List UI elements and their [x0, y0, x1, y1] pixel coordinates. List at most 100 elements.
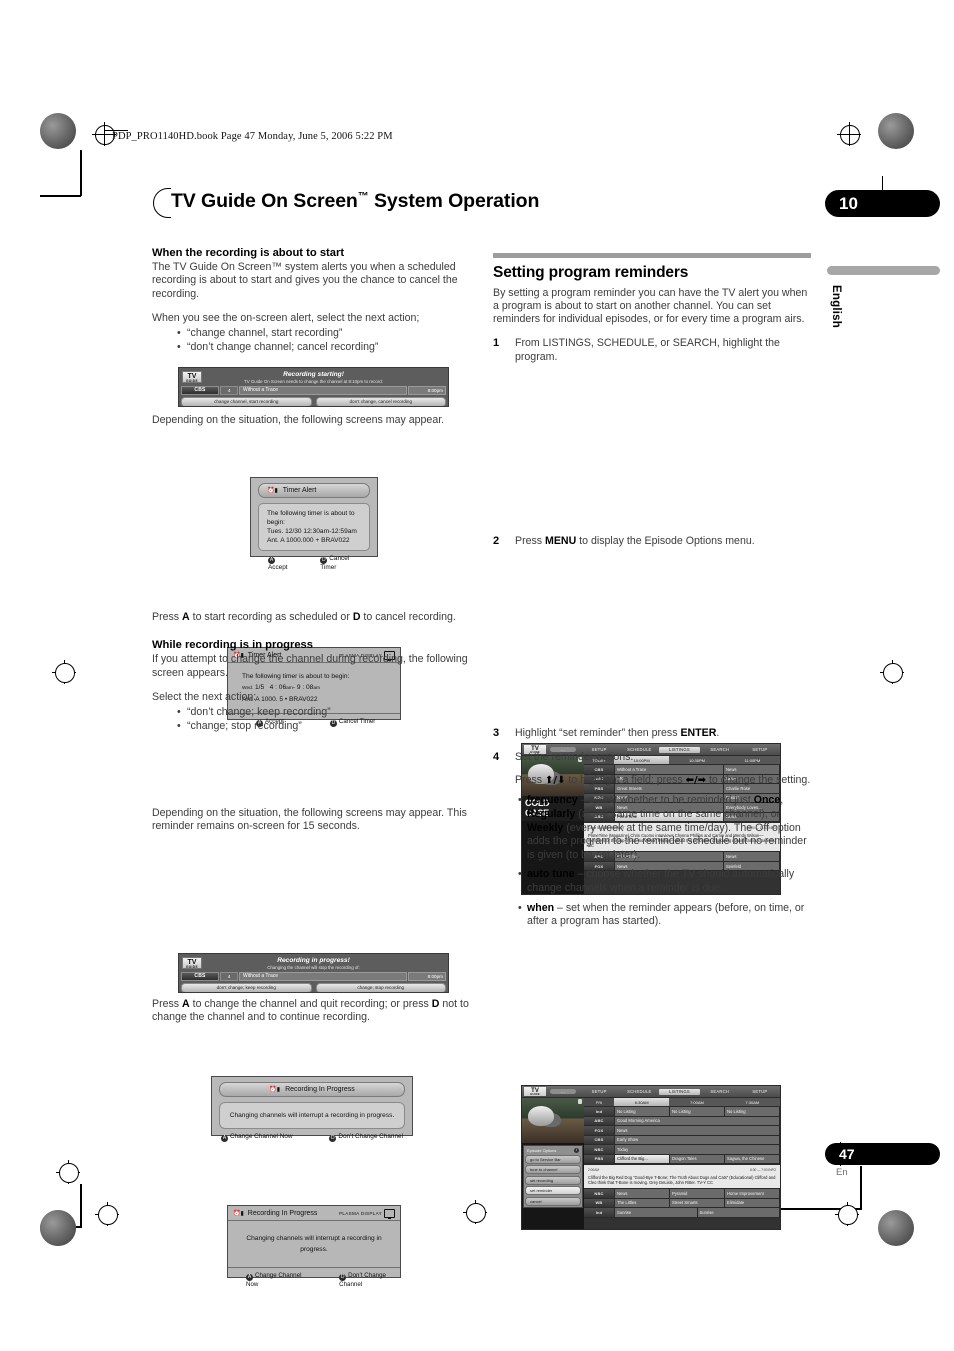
monitor-icon	[384, 1208, 395, 1219]
plasma-display-badge: PLASMA DISPLAY	[339, 1208, 395, 1219]
tvguide-main-area: Episode Options i go to Service Bar tune…	[522, 1098, 780, 1229]
program-cell[interactable]: News	[615, 1126, 780, 1135]
tvguide-menu-items: ... SETUP SCHEDULE LISTINGS SEARCH SETUP	[550, 1088, 780, 1095]
menu-item-listings[interactable]: LISTINGS	[659, 1088, 700, 1095]
frequency-desc-3: (at the same time on the same channel), …	[575, 807, 781, 820]
program-cell[interactable]: News	[615, 1189, 670, 1198]
option-tune-to-channel[interactable]: tune to channel	[525, 1165, 581, 1174]
channel-badge[interactable]: Ind	[584, 1107, 615, 1116]
channel-badge[interactable]: NBC	[584, 1145, 615, 1154]
banner-program-time: 8:00pm	[408, 971, 446, 981]
program-cell[interactable]: Elimidate	[725, 1198, 780, 1208]
table-row: Ind Sunrise Sunrise	[584, 1208, 780, 1218]
change-stop-recording-button[interactable]: change; stop recording	[315, 982, 446, 992]
figure-timer-alert-rounded: ⏰▮ Timer Alert The following timer is ab…	[250, 477, 378, 571]
step-4: 4 Set the reminder options. Press ⬆/⬇ to…	[493, 751, 811, 929]
heading-when-recording-about-to-start: When the recording is about to start	[152, 247, 345, 259]
step-4-instr-b: to highlight a field; press	[565, 773, 686, 786]
program-cell[interactable]: Good Morning America	[615, 1116, 780, 1125]
menu-item-schedule[interactable]: SCHEDULE	[619, 1089, 659, 1094]
paragraph-reminders-intro: By setting a program reminder you can ha…	[493, 286, 808, 326]
channel-badge[interactable]: WB	[584, 1198, 615, 1208]
registration-target-bottom-right2	[838, 1205, 858, 1225]
chapter-number-badge: 10	[825, 190, 940, 217]
dont-change-keep-recording-button[interactable]: don’t change; keep recording	[181, 982, 312, 992]
menu-item-search[interactable]: SEARCH	[700, 1089, 740, 1094]
menu-item-setup2[interactable]: SETUP	[740, 1089, 780, 1094]
list-item-frequency: frequency – select whether to be reminde…	[518, 794, 811, 862]
dont-change-channel-button[interactable]: D Don’t Change Channel	[339, 1272, 400, 1288]
option-set-recording[interactable]: set recording	[525, 1175, 581, 1185]
timer-icon: ⏰▮	[267, 488, 278, 494]
time-slot-2[interactable]: 7:00AM	[669, 1098, 724, 1106]
step-3: 3 Highlight “set reminder” then press EN…	[493, 727, 811, 741]
channel-badge[interactable]: FOX	[584, 1126, 615, 1135]
registration-mark-bottom-right	[878, 1210, 914, 1246]
program-cell[interactable]: No Listing	[670, 1107, 725, 1116]
channel-badge[interactable]: CBS	[584, 1135, 615, 1144]
tvguide-logo-icon: TV GUIDE	[182, 957, 202, 969]
menu-item-setup[interactable]: SETUP	[579, 1089, 619, 1094]
program-cell[interactable]: The Littles	[615, 1198, 670, 1208]
paragraph-select-action: When you see the on-screen alert, select…	[152, 312, 420, 325]
program-cell[interactable]: No Listing	[725, 1107, 780, 1116]
option-cancel[interactable]: cancel	[525, 1196, 581, 1206]
change-channel-now-button[interactable]: A Change Channel Now	[246, 1272, 305, 1288]
program-cell[interactable]: Sunrise	[615, 1208, 698, 1217]
chapter-number-text: 10	[839, 194, 858, 213]
video-preview	[522, 1098, 584, 1143]
program-cell[interactable]: No Listing	[615, 1107, 670, 1116]
menu-pill[interactable]: ...	[550, 1089, 576, 1094]
program-cell[interactable]: Early Show	[615, 1135, 780, 1144]
registration-target-mid-left	[55, 663, 75, 683]
time-slot-3[interactable]: 7:30AM	[725, 1098, 780, 1106]
banner-program-title: Without a Trace	[239, 971, 407, 981]
recording-icon: ⏰▮	[233, 1210, 244, 1217]
program-cell[interactable]: Today	[615, 1145, 780, 1154]
day-label: FRI	[584, 1098, 614, 1106]
dont-change-channel-button[interactable]: D Don’t Change Channel	[329, 1133, 403, 1142]
channel-badge[interactable]: Ind	[584, 1208, 615, 1217]
program-cell[interactable]: Sagwa, the Chinese	[725, 1154, 780, 1163]
program-cell[interactable]: Sunrise	[697, 1208, 780, 1217]
language-bar	[827, 266, 940, 275]
table-row: NBC News Pyramid Home Improvement	[584, 1189, 780, 1199]
value-once: Once	[753, 794, 781, 807]
banner-buttons: change channel, start recording don’t ch…	[181, 396, 446, 406]
time-slot-1[interactable]: 6:30AM	[614, 1098, 670, 1106]
step-3-text-a: Highlight “set reminder” then press	[515, 727, 681, 739]
section-rule	[493, 253, 811, 258]
paragraph-alert-intro: The TV Guide On Screen™ system alerts yo…	[152, 261, 458, 300]
list-item-auto-tune: auto tune – choose whether the TV should…	[518, 868, 811, 895]
lock-icon	[578, 1099, 582, 1104]
dont-change-channel-label: Don’t Change Channel	[339, 1272, 386, 1288]
program-cell[interactable]: Home Improvement	[725, 1189, 780, 1198]
figure-recording-in-progress-plasma: ⏰▮ Recording In Progress PLASMA DISPLAY …	[227, 1205, 401, 1288]
banner-title: Recording starting!	[283, 371, 344, 378]
channel-badge[interactable]: ABC	[584, 1116, 615, 1125]
channel-badge[interactable]: PBS	[584, 1154, 615, 1163]
change-channel-now-button[interactable]: A Change Channel Now	[221, 1133, 293, 1142]
change-channel-start-recording-button[interactable]: change channel, start recording	[181, 396, 312, 406]
step-2-text-a: Press	[515, 535, 546, 547]
program-cell[interactable]: Pyramid	[670, 1189, 725, 1198]
step-1-number: 1	[493, 336, 500, 349]
paragraph-reminder-15-seconds-wrap: Depending on the situation, the followin…	[152, 807, 470, 834]
step-4-instr-c: to change the setting.	[706, 773, 811, 786]
value-regularly: Regularly	[527, 807, 576, 820]
help-icon[interactable]: i	[574, 1147, 579, 1153]
cancel-timer-button[interactable]: D Cancel Timer	[320, 555, 360, 571]
accept-button[interactable]: AAccept	[268, 555, 292, 571]
right-column: Setting program reminders By setting a p…	[493, 253, 811, 364]
program-cell-selected[interactable]: Clifford the Big...	[615, 1154, 670, 1163]
channel-badge[interactable]: NBC	[584, 1189, 615, 1198]
option-go-to-service-bar[interactable]: go to Service Bar	[525, 1154, 581, 1164]
program-cell[interactable]: Street Smarts	[670, 1198, 725, 1208]
program-cell[interactable]: Dragon Tales	[670, 1154, 725, 1163]
list-item: “change channel, start recording”	[177, 327, 470, 341]
option-set-reminder[interactable]: set reminder	[525, 1186, 581, 1195]
left-right-arrow-icon: ⬅/➡	[685, 774, 707, 786]
dont-change-cancel-recording-button[interactable]: don’t change, cancel recording	[315, 396, 446, 406]
recording-progress-footer: A Change Channel Now D Don’t Change Channe…	[219, 1133, 405, 1142]
crop-cross-top-right	[837, 122, 861, 146]
